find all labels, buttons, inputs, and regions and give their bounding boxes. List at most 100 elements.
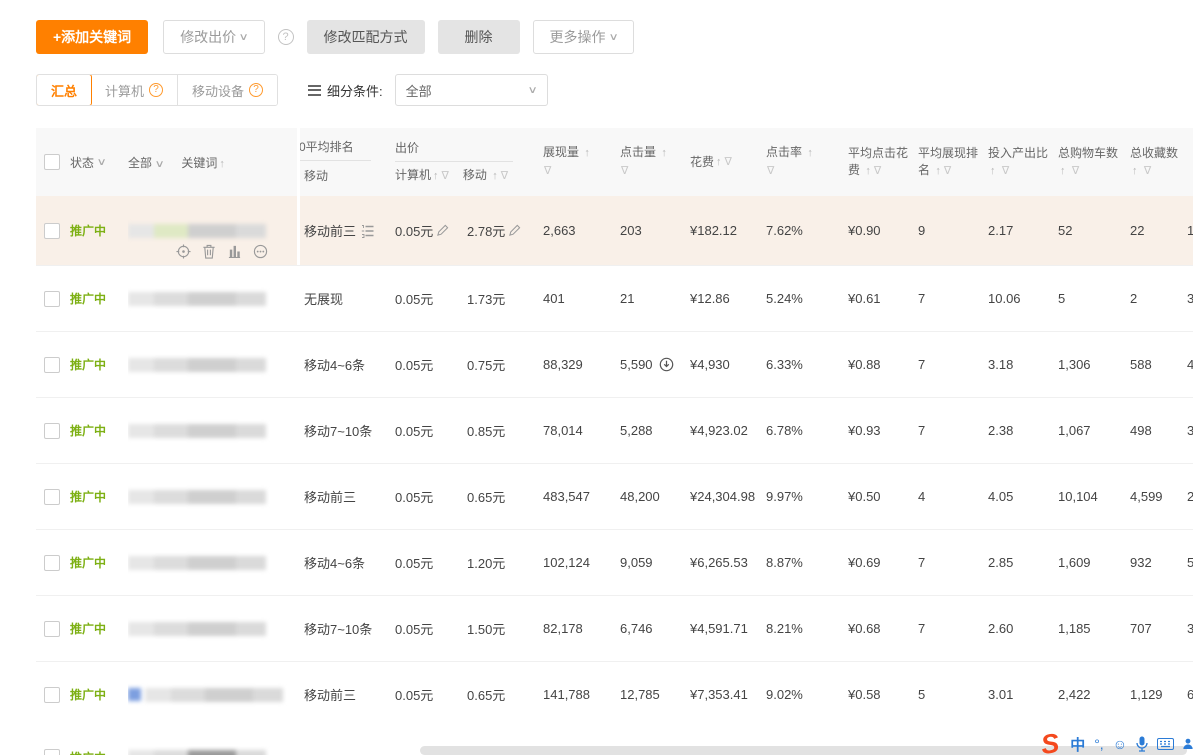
col-status[interactable]: 状态∨ bbox=[70, 128, 128, 196]
ime-language-toggle[interactable]: 中 bbox=[1070, 734, 1085, 755]
row-checkbox[interactable] bbox=[44, 489, 60, 505]
avg-cpc-value: ¥0.68 bbox=[848, 621, 881, 636]
keyword-cell[interactable] bbox=[128, 596, 297, 661]
tab-computer[interactable]: 计算机 ? bbox=[91, 75, 178, 105]
ime-toolbar: S 中 °, ☺ bbox=[1041, 733, 1193, 755]
keyword-cell[interactable] bbox=[128, 530, 297, 595]
total-cart-value: 1,185 bbox=[1058, 621, 1091, 636]
keyword-blurred bbox=[128, 357, 266, 373]
sort-asc-icon: ↑ bbox=[433, 170, 439, 182]
row-checkbox[interactable] bbox=[44, 555, 60, 571]
target-icon[interactable] bbox=[176, 244, 191, 259]
filter-funnel-icon[interactable]: ∇ bbox=[944, 165, 951, 177]
filter-funnel-icon[interactable]: ∇ bbox=[1072, 165, 1079, 177]
filter-funnel-icon[interactable]: ∇ bbox=[501, 170, 508, 182]
table-row[interactable]: 推广中 移动4~6条 0.05元 0.75元 88,329 5,590 ¥4,9… bbox=[36, 332, 1193, 398]
keyword-blurred bbox=[128, 291, 266, 307]
col-total-cart[interactable]: 总购物车数↑ ∇ bbox=[1053, 128, 1123, 196]
bid-pc-value: 0.05元 bbox=[395, 553, 433, 572]
bid-mobile-value: 0.75元 bbox=[467, 355, 505, 374]
col-bid-mobile[interactable]: 移动 ↑∇ bbox=[463, 168, 508, 183]
filter-funnel-icon[interactable]: ∇ bbox=[544, 165, 551, 177]
keyword-cell[interactable] bbox=[128, 464, 297, 529]
segment-filter-select[interactable]: 全部 ∨ bbox=[395, 74, 548, 106]
table-row[interactable]: 推广中 移动前三 0.05元 2.78元 2,663 203 ¥182.12 7… bbox=[36, 196, 1193, 266]
row-checkbox[interactable] bbox=[44, 223, 60, 239]
col-impressions[interactable]: 展现量 ↑∇ bbox=[538, 128, 617, 196]
filter-funnel-icon[interactable]: ∇ bbox=[1002, 165, 1009, 177]
keyword-manager-page: +添加关键词 修改出价 ∨ ? 修改匹配方式 删除 更多操作 ∨ 汇总 计算机 … bbox=[0, 0, 1193, 755]
col-ctr[interactable]: 点击率 ↑∇ bbox=[763, 128, 843, 196]
filter-funnel-icon[interactable]: ∇ bbox=[442, 170, 449, 182]
col-cost[interactable]: 花费 ↑∇ bbox=[685, 128, 763, 196]
col-avg-rank-group[interactable]: 0平均排名 移动 bbox=[300, 128, 390, 196]
bar-chart-icon[interactable] bbox=[227, 244, 242, 258]
table-row[interactable]: 推广中 无展现 0.05元 1.73元 401 21 ¥12.86 5.24% … bbox=[36, 266, 1193, 332]
table-row[interactable]: 推广中 移动7~10条 0.05元 1.50元 82,178 6,746 ¥4,… bbox=[36, 596, 1193, 662]
microphone-icon[interactable] bbox=[1136, 736, 1148, 752]
row-checkbox[interactable] bbox=[44, 423, 60, 439]
col-avg-cpc[interactable]: 平均点击花费 ↑∇ bbox=[843, 128, 913, 196]
more-actions-label: 更多操作 bbox=[550, 27, 606, 47]
clicks-value: 203 bbox=[620, 223, 642, 238]
row-checkbox[interactable] bbox=[44, 749, 60, 755]
question-circle-icon[interactable]: ? bbox=[249, 83, 263, 97]
total-fav-value: 707 bbox=[1130, 621, 1152, 636]
status-badge: 推广中 bbox=[70, 290, 106, 307]
keyboard-icon[interactable] bbox=[1157, 738, 1174, 750]
cost-value: ¥7,353.41 bbox=[690, 685, 748, 705]
keyword-cell[interactable] bbox=[128, 398, 297, 463]
segment-filter-label: 细分条件: bbox=[308, 81, 383, 100]
filter-funnel-icon[interactable]: ∇ bbox=[767, 165, 774, 177]
col-bid-pc[interactable]: 计算机↑∇ bbox=[395, 168, 449, 183]
emoji-icon[interactable]: ☺ bbox=[1113, 736, 1127, 752]
keyword-cell[interactable] bbox=[128, 332, 297, 397]
col-avg-show-rank[interactable]: 平均展现排名 ↑∇ bbox=[913, 128, 983, 196]
modify-bid-button[interactable]: 修改出价 ∨ bbox=[163, 20, 264, 54]
keyword-filter-all[interactable]: 全部∨ bbox=[128, 154, 163, 171]
keyword-cell[interactable] bbox=[128, 266, 297, 331]
delete-button[interactable]: 删除 bbox=[438, 20, 520, 54]
keyword-cell[interactable] bbox=[128, 196, 297, 265]
table-row[interactable]: 推广中 移动前三 0.05元 0.65元 483,547 48,200 ¥24,… bbox=[36, 464, 1193, 530]
ime-punctuation-icon[interactable]: °, bbox=[1094, 736, 1104, 752]
row-checkbox[interactable] bbox=[44, 621, 60, 637]
table-row[interactable]: 推广中 移动7~10条 0.05元 0.85元 78,014 5,288 ¥4,… bbox=[36, 398, 1193, 464]
filter-funnel-icon[interactable]: ∇ bbox=[1144, 165, 1151, 177]
impressions-value: 102,124 bbox=[543, 555, 590, 570]
rank-value: 移动7~10条 bbox=[304, 421, 372, 440]
filter-funnel-icon[interactable]: ∇ bbox=[874, 165, 881, 177]
ordered-list-icon[interactable] bbox=[361, 224, 375, 238]
row-checkbox[interactable] bbox=[44, 357, 60, 373]
sogou-logo-icon[interactable]: S bbox=[1040, 732, 1061, 755]
col-total-fav[interactable]: 总收藏数↑ ∇ bbox=[1123, 128, 1180, 196]
edit-pencil-icon[interactable] bbox=[436, 224, 449, 237]
tab-summary[interactable]: 汇总 bbox=[36, 74, 92, 106]
keyword-cell[interactable] bbox=[128, 662, 297, 727]
add-keyword-button[interactable]: +添加关键词 bbox=[36, 20, 148, 54]
table-row[interactable]: 推广中 移动前三 0.05元 0.65元 141,788 12,785 ¥7,3… bbox=[36, 662, 1193, 727]
row-checkbox[interactable] bbox=[44, 291, 60, 307]
person-icon[interactable] bbox=[1183, 736, 1193, 752]
help-icon[interactable]: ? bbox=[278, 29, 294, 45]
more-actions-button[interactable]: 更多操作 ∨ bbox=[533, 20, 634, 54]
col-roi[interactable]: 投入产出比↑ ∇ bbox=[983, 128, 1053, 196]
row-checkbox[interactable] bbox=[44, 687, 60, 703]
tab-mobile[interactable]: 移动设备 ? bbox=[178, 75, 277, 105]
filter-funnel-icon[interactable]: ∇ bbox=[621, 165, 628, 177]
keyword-cell[interactable] bbox=[128, 746, 297, 755]
trash-icon[interactable] bbox=[202, 244, 216, 259]
avg-cpc-value: ¥0.88 bbox=[848, 357, 881, 372]
filter-funnel-icon[interactable]: ∇ bbox=[725, 154, 732, 171]
more-circle-icon[interactable] bbox=[253, 244, 268, 259]
edit-pencil-icon[interactable] bbox=[508, 224, 521, 237]
question-circle-icon[interactable]: ? bbox=[149, 83, 163, 97]
keyword-sort[interactable]: 关键词↑ bbox=[181, 154, 227, 171]
ctr-value: 7.62% bbox=[766, 223, 803, 238]
col-clicks[interactable]: 点击量 ↑∇ bbox=[617, 128, 685, 196]
modify-match-button[interactable]: 修改匹配方式 bbox=[307, 20, 425, 54]
table-row[interactable]: 推广中 移动4~6条 0.05元 1.20元 102,124 9,059 ¥6,… bbox=[36, 530, 1193, 596]
total-fav-value: 932 bbox=[1130, 555, 1152, 570]
select-all-checkbox[interactable] bbox=[44, 154, 60, 170]
download-circle-icon[interactable] bbox=[659, 357, 674, 372]
